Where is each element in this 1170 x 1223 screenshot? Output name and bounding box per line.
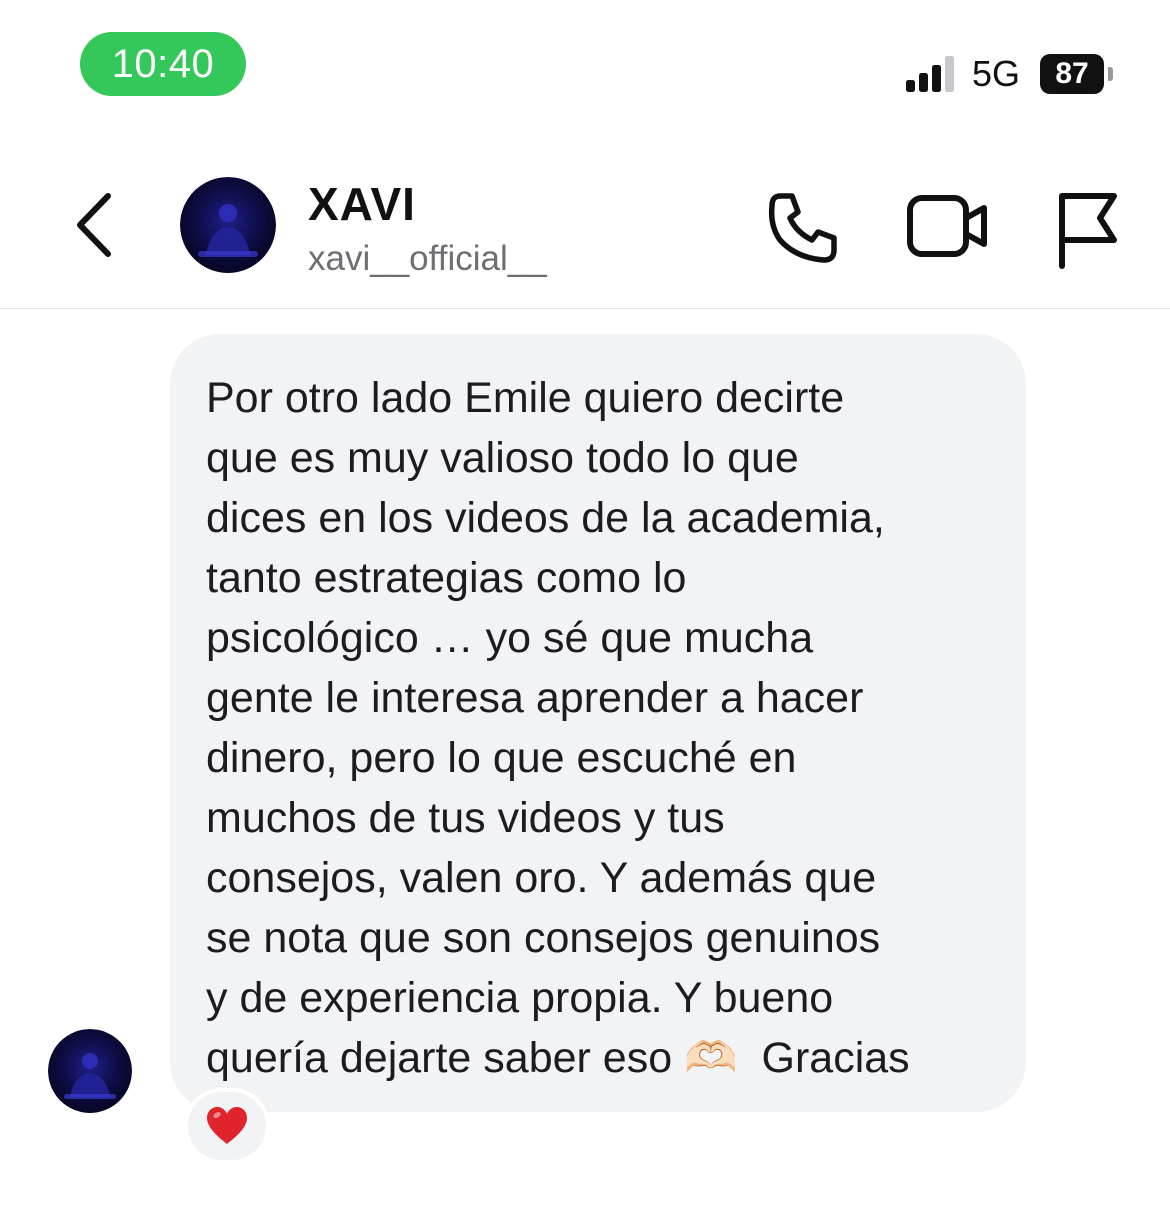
sender-avatar[interactable] bbox=[48, 1029, 132, 1113]
network-type: 5G bbox=[972, 53, 1021, 94]
heart-icon bbox=[207, 1107, 247, 1144]
reaction-badge[interactable] bbox=[184, 1088, 270, 1164]
phone-icon[interactable] bbox=[766, 190, 842, 266]
flag-icon[interactable] bbox=[1054, 190, 1124, 270]
contact-username[interactable]: xavi__official__ bbox=[308, 238, 547, 280]
chat-header: XAVI xavi__official__ bbox=[0, 140, 1170, 309]
battery-icon: 87 bbox=[1040, 54, 1116, 94]
back-icon[interactable] bbox=[66, 190, 126, 260]
message-bubble[interactable]: Por otro lado Emile quiero decirte que e… bbox=[170, 334, 1026, 1112]
avatar[interactable] bbox=[180, 177, 276, 273]
battery-level: 87 bbox=[1040, 54, 1104, 94]
signal-icon bbox=[906, 56, 954, 92]
message-text: Por otro lado Emile quiero decirte que e… bbox=[206, 374, 910, 1082]
contact-name[interactable]: XAVI bbox=[308, 178, 416, 230]
status-time[interactable]: 10:40 bbox=[80, 32, 246, 96]
video-camera-icon[interactable] bbox=[906, 190, 990, 262]
status-bar: 10:40 5G 87 bbox=[0, 0, 1170, 120]
